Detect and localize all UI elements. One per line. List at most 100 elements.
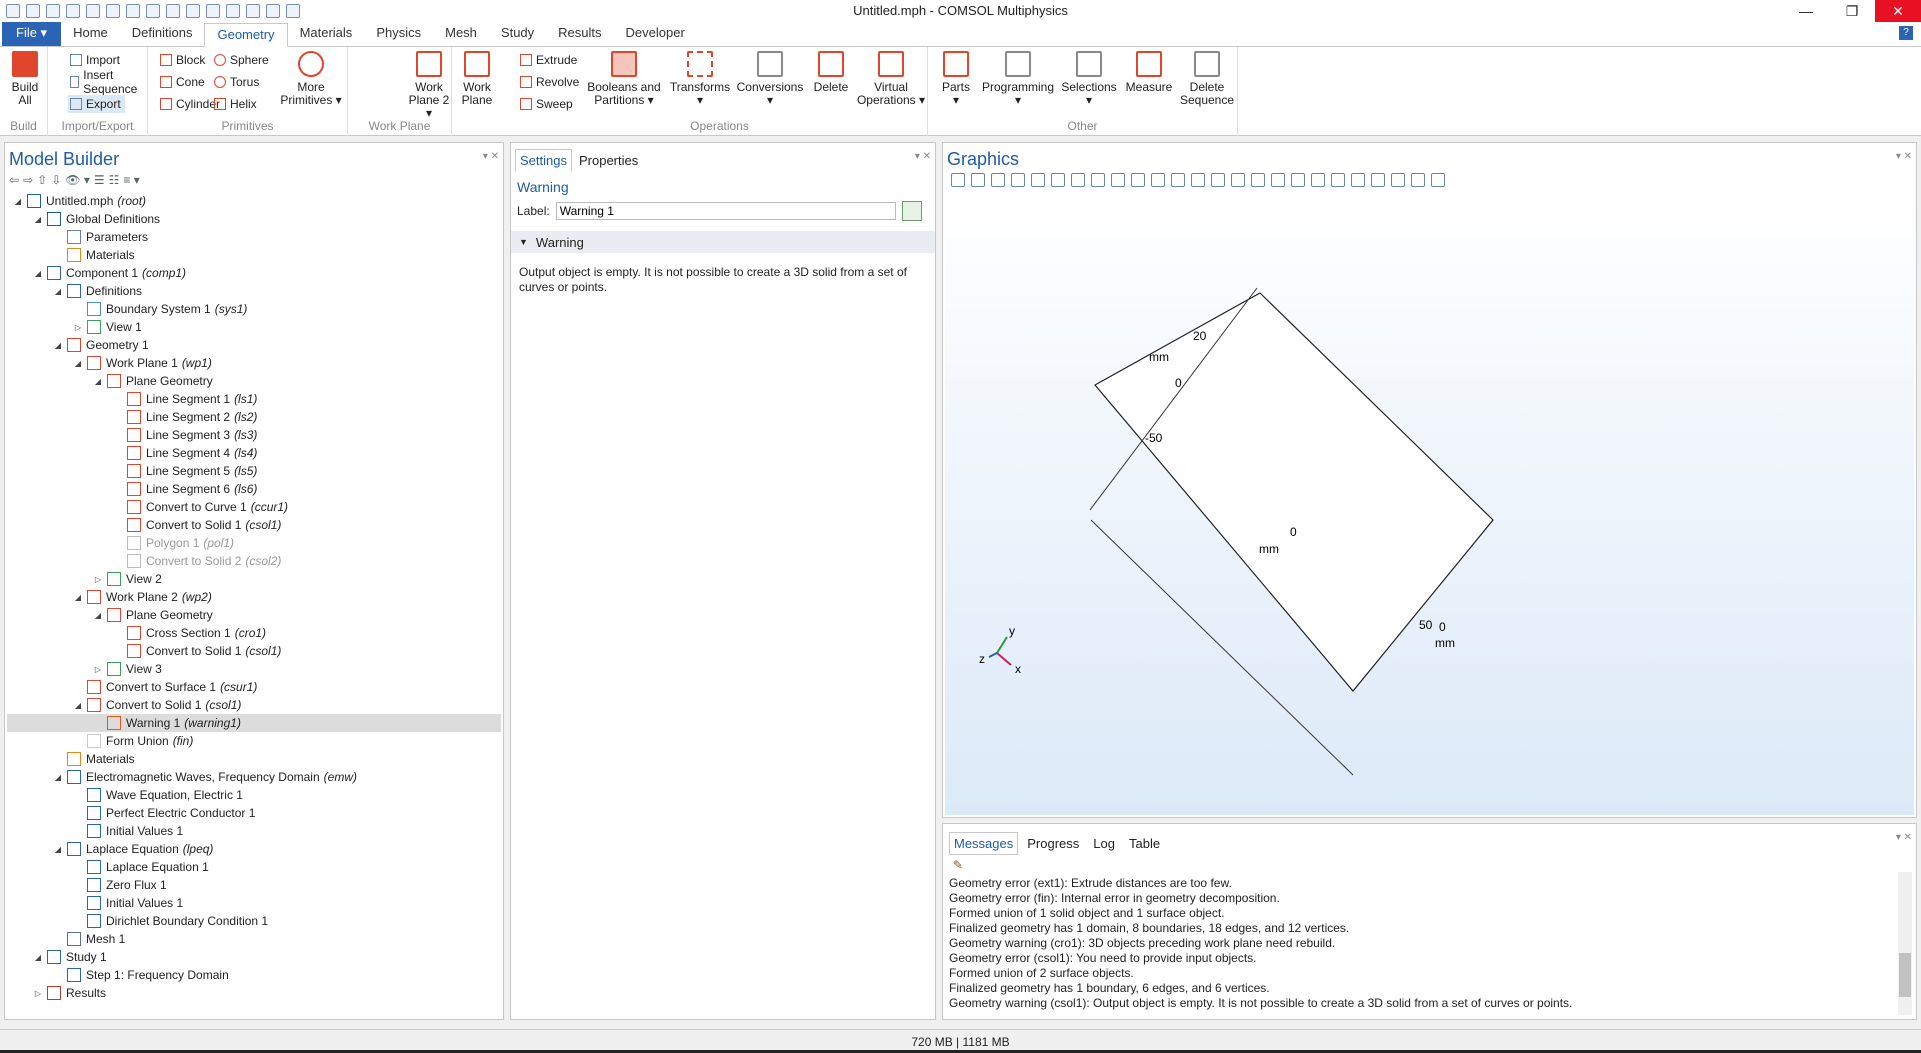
graphics-panel-menu-icon[interactable]: ▾ ✕ <box>1896 151 1912 162</box>
tree-item[interactable]: ▷ View 1 <box>7 318 501 336</box>
expand-toggle-icon[interactable]: ◢ <box>53 341 63 350</box>
down-icon[interactable]: ⇩ <box>51 173 61 187</box>
tab-file[interactable]: File ▾ <box>2 22 62 46</box>
xy-view-icon[interactable] <box>1071 173 1085 187</box>
tree-item[interactable]: ◢ Definitions <box>7 282 501 300</box>
help-icon[interactable]: ? <box>1899 26 1913 40</box>
more-primitives-button[interactable]: More Primitives ▾ <box>278 51 344 107</box>
grid-icon[interactable] <box>1371 173 1385 187</box>
scrollbar-thumb[interactable] <box>1899 953 1911 997</box>
tab-home[interactable]: Home <box>61 22 120 46</box>
minimize-icon[interactable]: — <box>1783 0 1829 22</box>
hide-icon[interactable] <box>1251 173 1265 187</box>
show-all-icon[interactable] <box>1271 173 1285 187</box>
tree-item[interactable]: Convert to Solid 2 (csol2) <box>7 552 501 570</box>
collapse-icon[interactable]: ☰ <box>94 173 105 187</box>
expand-toggle-icon[interactable]: ▷ <box>33 989 43 998</box>
expand-toggle-icon[interactable]: ◢ <box>53 773 63 782</box>
delete-sequence-button[interactable]: Delete Sequence <box>1178 51 1236 107</box>
expand-icon[interactable]: ☷ <box>109 173 120 187</box>
tree-item[interactable]: ◢ Electromagnetic Waves, Frequency Domain… <box>7 768 501 786</box>
tree-item[interactable]: ▷ View 3 <box>7 660 501 678</box>
tree-item[interactable]: ▷ Results <box>7 984 501 1002</box>
tree-item[interactable]: Parameters <box>7 228 501 246</box>
tab-properties[interactable]: Properties <box>574 149 643 172</box>
tree-item[interactable]: Line Segment 4 (ls4) <box>7 444 501 462</box>
messages-panel-menu-icon[interactable]: ▾ ✕ <box>1896 832 1912 843</box>
sphere-button[interactable]: Sphere <box>214 51 269 69</box>
tree-item[interactable]: ◢ Untitled.mph (root) <box>7 192 501 210</box>
expand-toggle-icon[interactable]: ◢ <box>93 377 103 386</box>
tree-item[interactable]: Line Segment 2 (ls2) <box>7 408 501 426</box>
tree-item[interactable]: Initial Values 1 <box>7 822 501 840</box>
go-to-view-icon[interactable] <box>1051 173 1065 187</box>
zx-view-icon[interactable] <box>1111 173 1125 187</box>
booleans-partitions-button[interactable]: Booleans and Partitions ▾ <box>586 51 662 107</box>
tab-table[interactable]: Table <box>1124 832 1165 855</box>
programming-button[interactable]: Programming ▾ <box>980 51 1056 107</box>
tree-item[interactable]: ◢ Laplace Equation (lpeq) <box>7 840 501 858</box>
tree-item[interactable]: Polygon 1 (pol1) <box>7 534 501 552</box>
tree-item[interactable]: ▷ View 2 <box>7 570 501 588</box>
tree-item[interactable]: Line Segment 6 (ls6) <box>7 480 501 498</box>
tab-geometry[interactable]: Geometry <box>204 23 288 47</box>
axis-icon[interactable] <box>1391 173 1405 187</box>
selections-button[interactable]: Selections ▾ <box>1058 51 1120 107</box>
virtual-operations-button[interactable]: Virtual Operations ▾ <box>856 51 926 107</box>
tree-item[interactable]: Materials <box>7 750 501 768</box>
select-points-icon[interactable] <box>1211 173 1225 187</box>
zoom-extents-icon[interactable] <box>1031 173 1045 187</box>
tree-item[interactable]: ◢ Plane Geometry <box>7 606 501 624</box>
tree-item[interactable]: ◢ Study 1 <box>7 948 501 966</box>
tab-mesh[interactable]: Mesh <box>433 22 489 46</box>
build-all-button[interactable]: Build All <box>8 51 42 107</box>
tree-item[interactable]: Step 1: Frequency Domain <box>7 966 501 984</box>
select-edges-icon[interactable] <box>1191 173 1205 187</box>
tab-log[interactable]: Log <box>1088 832 1120 855</box>
tree-item[interactable]: Convert to Solid 1 (csol1) <box>7 642 501 660</box>
expand-toggle-icon[interactable]: ◢ <box>53 287 63 296</box>
tree-item[interactable]: ◢ Geometry 1 <box>7 336 501 354</box>
measure-button[interactable]: Measure <box>1122 51 1176 94</box>
delete-button[interactable]: Delete <box>808 51 854 94</box>
clear-selection-icon[interactable] <box>1231 173 1245 187</box>
tree-item[interactable]: Mesh 1 <box>7 930 501 948</box>
tab-messages[interactable]: Messages <box>949 832 1019 855</box>
expand-toggle-icon[interactable]: ▷ <box>93 665 103 674</box>
tree-item[interactable]: ◢ Component 1 (comp1) <box>7 264 501 282</box>
tree-item[interactable]: Dirichlet Boundary Condition 1 <box>7 912 501 930</box>
settings-panel-menu-icon[interactable]: ▾ ✕ <box>915 151 931 162</box>
import-button[interactable]: Import <box>70 51 120 69</box>
panel-menu-icon[interactable]: ▾ ✕ <box>483 151 499 162</box>
tree-item[interactable]: Laplace Equation 1 <box>7 858 501 876</box>
select-boundaries-icon[interactable] <box>1171 173 1185 187</box>
cylinder-button[interactable]: Cylinder <box>160 95 220 113</box>
label-edit-icon[interactable] <box>901 201 922 221</box>
tab-settings[interactable]: Settings <box>515 149 572 172</box>
work-plane-button[interactable]: Work Plane <box>456 51 498 107</box>
tree-item[interactable]: Materials <box>7 246 501 264</box>
transforms-button[interactable]: Transforms ▾ <box>668 51 732 107</box>
tree-item[interactable]: ◢ Global Definitions <box>7 210 501 228</box>
helix-button[interactable]: Helix <box>214 95 257 113</box>
screenshot-icon[interactable] <box>1411 173 1425 187</box>
zoom-in-icon[interactable] <box>951 173 965 187</box>
cone-button[interactable]: Cone <box>160 73 205 91</box>
expand-toggle-icon[interactable]: ◢ <box>13 197 23 206</box>
scene-light-icon[interactable] <box>1351 173 1365 187</box>
tree-item[interactable]: Initial Values 1 <box>7 894 501 912</box>
expand-toggle-icon[interactable]: ◢ <box>73 701 83 710</box>
expand-toggle-icon[interactable]: ◢ <box>53 845 63 854</box>
tree-item[interactable]: ◢ Work Plane 1 (wp1) <box>7 354 501 372</box>
yz-view-icon[interactable] <box>1091 173 1105 187</box>
insert-sequence-button[interactable]: Insert Sequence <box>70 68 147 96</box>
back-icon[interactable]: ⇦ <box>9 173 19 187</box>
expand-toggle-icon[interactable]: ▷ <box>73 323 83 332</box>
tab-materials[interactable]: Materials <box>288 22 365 46</box>
parts-button[interactable]: Parts ▾ <box>934 51 978 107</box>
tree-item[interactable]: ◢ Plane Geometry <box>7 372 501 390</box>
torus-button[interactable]: Torus <box>214 73 259 91</box>
select-domains-icon[interactable] <box>1151 173 1165 187</box>
tree-item[interactable]: Convert to Curve 1 (ccur1) <box>7 498 501 516</box>
graphics-canvas[interactable]: 20 mm 0 -50 0 mm 50 0 mm y z x <box>945 195 1914 815</box>
